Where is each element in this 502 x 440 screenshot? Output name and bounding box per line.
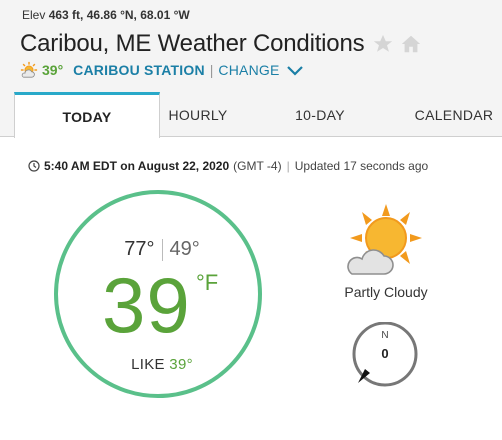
current-temperature: 39 [102,261,191,349]
location-coordinates: Elev 463 ft, 46.86 °N, 68.01 °W [22,8,190,22]
feels-like: LIKE 39° [58,356,266,373]
tab-hourly[interactable]: HOURLY [160,92,236,137]
updated-text: Updated 17 seconds ago [294,159,429,173]
tab-calendar[interactable]: CALENDAR [406,92,502,137]
divider: | [286,159,290,173]
feels-like-label: LIKE [131,356,165,373]
temperature-dial: 77° 49° 39 °F LIKE 39° [54,190,262,398]
station-row: 39° CARIBOU STATION | CHANGE [20,61,304,79]
observation-timestamp: 5:40 AM EDT on August 22, 2020 (GMT -4) … [28,159,428,173]
title-row: Caribou, ME Weather Conditions [20,28,422,60]
tab-bar: TODAY HOURLY 10-DAY CALENDAR [0,92,502,138]
temperature-unit[interactable]: °F [196,270,218,296]
longitude: 68.01 °W [140,8,190,22]
current-temp-summary: 39° [42,62,64,78]
header: Elev 463 ft, 46.86 °N, 68.01 °W Caribou,… [0,0,502,92]
high-temp: 77° [124,238,155,260]
partly-cloudy-icon [20,61,38,79]
chevron-down-icon[interactable] [286,64,304,76]
timezone: (GMT -4) [233,159,282,173]
divider: | [209,62,214,78]
partly-cloudy-icon [344,204,424,276]
wind-speed: 0 [381,346,389,361]
change-station-button[interactable]: CHANGE [218,62,279,78]
home-icon[interactable] [400,33,422,55]
tab-10-day[interactable]: 10-DAY [278,92,362,137]
observation-time: 5:40 AM EDT on August 22, 2020 [44,159,230,173]
clock-icon [28,160,40,172]
elev-value: 463 ft, [48,8,84,22]
wind-direction: N [381,330,389,341]
condition-text: Partly Cloudy [344,284,428,300]
feels-like-value: 39° [169,356,193,373]
wind-compass-icon: N 0 [349,321,423,388]
high-low: 77° 49° [58,238,266,261]
star-icon[interactable] [372,33,394,55]
tab-today[interactable]: TODAY [14,92,160,138]
latitude: 46.86 °N, [86,8,137,22]
divider [161,238,163,261]
elev-label: Elev [22,8,46,22]
low-temp: 49° [169,238,200,260]
page-title: Caribou, ME Weather Conditions [20,30,365,57]
station-link[interactable]: CARIBOU STATION [73,62,205,78]
